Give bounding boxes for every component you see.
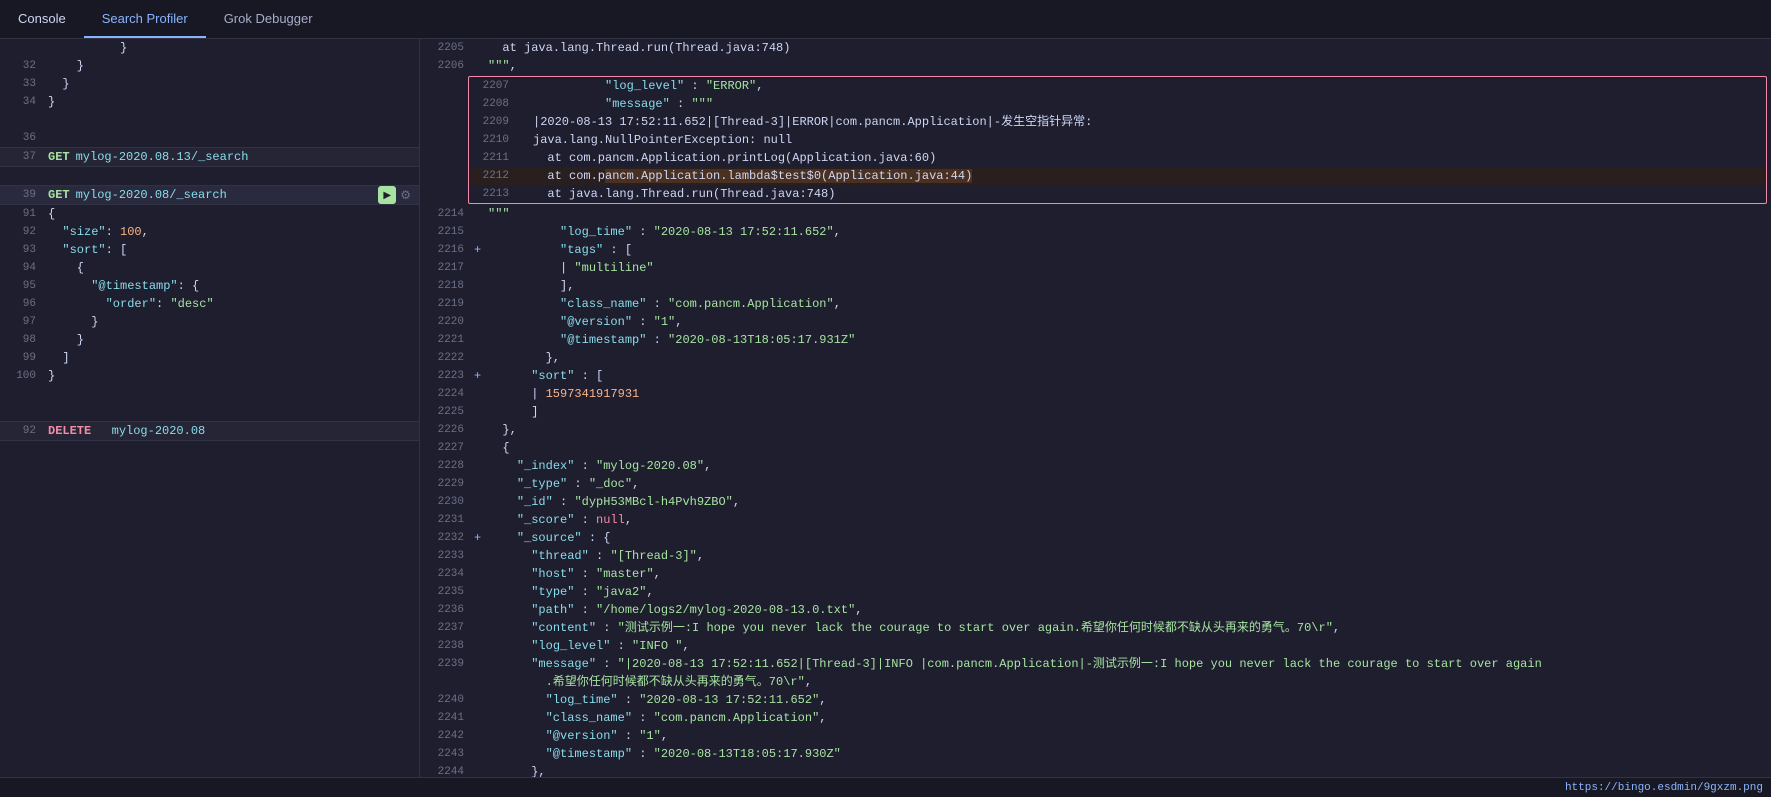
output-line: 2239 "message" : "|2020-08-13 17:52:11.6… [420,655,1771,673]
output-line: 2225 ] [420,403,1771,421]
output-line: 2241 "class_name" : "com.pancm.Applicati… [420,709,1771,727]
list-item: 33 } [0,75,419,93]
request-line-1: 37 GET mylog-2020.08.13/_search [0,147,419,167]
nav-bar: Console Search Profiler Grok Debugger [0,0,1771,39]
output-line: 2220 "@version" : "1", [420,313,1771,331]
request-line-2: 39 GET mylog-2020.08/_search ▶ ⚙ [0,185,419,205]
list-item: 32 } [0,57,419,75]
output-line: 2234 "host" : "master", [420,565,1771,583]
status-bar: https://bingo.esdmin/9gxzm.png [0,777,1771,797]
list-item: } [0,39,419,57]
output-line-highlight: 2212 at com.pancm.Application.lambda$tes… [469,167,1766,185]
tab-console[interactable]: Console [0,0,84,38]
output-line: 2208 "message" : """ [469,95,1766,113]
status-text [8,782,15,794]
output-line: 2243 "@timestamp" : "2020-08-13T18:05:17… [420,745,1771,763]
list-item: 95 "@timestamp": { [0,277,419,295]
output-line: 2209 |2020-08-13 17:52:11.652|[Thread-3]… [469,113,1766,131]
request-line-delete: 92 DELETE mylog-2020.08 [0,421,419,441]
output-line: 2240 "log_time" : "2020-08-13 17:52:11.6… [420,691,1771,709]
list-item [0,111,419,129]
output-line: 2223 + "sort" : [ [420,367,1771,385]
output-line: 2221 "@timestamp" : "2020-08-13T18:05:17… [420,331,1771,349]
wrench-button[interactable]: ⚙ [400,188,411,202]
list-item: 99 ] [0,349,419,367]
list-item: 97 } [0,313,419,331]
list-item: 91 { [0,205,419,223]
list-item: 92 "size": 100, [0,223,419,241]
main-content: } 32 } 33 } 34 } 36 [0,39,1771,777]
tab-search-profiler[interactable]: Search Profiler [84,0,206,38]
list-item: 96 "order": "desc" [0,295,419,313]
output-line: 2207 "log_level" : "ERROR", [469,77,1766,95]
right-panel[interactable]: 2205 at java.lang.Thread.run(Thread.java… [420,39,1771,777]
output-line: 2222 }, [420,349,1771,367]
list-item: 94 { [0,259,419,277]
output-line: 2235 "type" : "java2", [420,583,1771,601]
output-line: 2237 "content" : "测试示例一:I hope you never… [420,619,1771,637]
output-line: 2233 "thread" : "[Thread-3]", [420,547,1771,565]
output-line: 2224 | 1597341917931 [420,385,1771,403]
output-line: 2213 at java.lang.Thread.run(Thread.java… [469,185,1766,203]
list-item: 93 "sort": [ [0,241,419,259]
tab-grok-debugger[interactable]: Grok Debugger [206,0,331,38]
output-line: 2242 "@version" : "1", [420,727,1771,745]
output-line: 2206 """, [420,57,1771,75]
run-button[interactable]: ▶ [378,186,396,204]
list-item: 100 } [0,367,419,385]
output-line: 2226 }, [420,421,1771,439]
list-item: 34 } [0,93,419,111]
left-panel: } 32 } 33 } 34 } 36 [0,39,420,777]
output-line: 2217 | "multiline" [420,259,1771,277]
output-line: 2218 ], [420,277,1771,295]
output-line: 2229 "_type" : "_doc", [420,475,1771,493]
list-item [0,385,419,403]
url-status: https://bingo.esdmin/9gxzm.png [1565,782,1763,794]
output-line: 2238 "log_level" : "INFO ", [420,637,1771,655]
output-line: 2215 "log_time" : "2020-08-13 17:52:11.6… [420,223,1771,241]
output-line: 2214 """ [420,205,1771,223]
output-line: 2230 "_id" : "dypH53MBcl-h4Pvh9ZBO", [420,493,1771,511]
output-line: 2231 "_score" : null, [420,511,1771,529]
list-item: 98 } [0,331,419,349]
output-line: 2232 + "_source" : { [420,529,1771,547]
output-line: 2205 at java.lang.Thread.run(Thread.java… [420,39,1771,57]
left-panel-content[interactable]: } 32 } 33 } 34 } 36 [0,39,419,777]
output-line: 2227 { [420,439,1771,457]
output-line: 2236 "path" : "/home/logs2/mylog-2020-08… [420,601,1771,619]
output-line: 2210 java.lang.NullPointerException: nul… [469,131,1766,149]
output-line: 2228 "_index" : "mylog-2020.08", [420,457,1771,475]
error-highlight-box: 2207 "log_level" : "ERROR", 2208 "messag… [468,76,1767,204]
list-item [0,167,419,185]
output-line: 2244 }, [420,763,1771,777]
output-line: 2211 at com.pancm.Application.printLog(A… [469,149,1766,167]
output-line: 2219 "class_name" : "com.pancm.Applicati… [420,295,1771,313]
output-line: 2216 + "tags" : [ [420,241,1771,259]
output-line: .希望你任何时候都不缺从头再来的勇气。70\r", [420,673,1771,691]
list-item [0,403,419,421]
list-item: 36 [0,129,419,147]
